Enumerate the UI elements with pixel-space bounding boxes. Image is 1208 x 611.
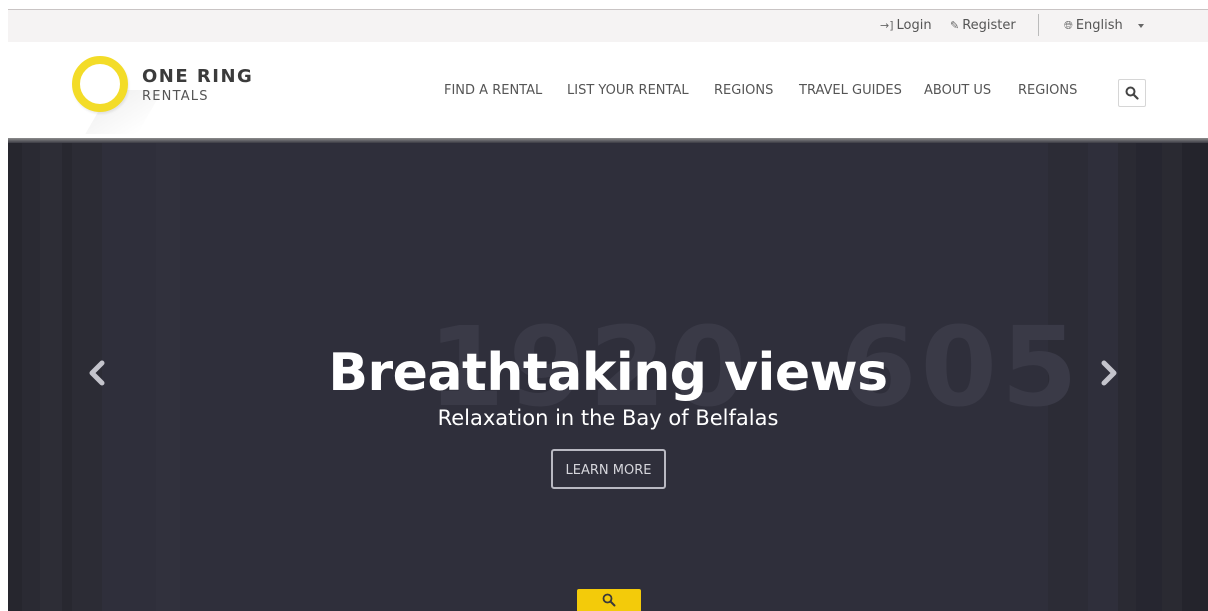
search-icon: [1125, 86, 1139, 100]
nav-item-list-your-rental[interactable]: LIST YOUR RENTAL: [567, 83, 689, 98]
language-label: English: [1075, 18, 1123, 33]
learn-more-button[interactable]: LEARN MORE: [551, 449, 666, 489]
nav-item-about-us[interactable]: ABOUT US: [924, 83, 991, 98]
hero-headline: Breathtaking views: [328, 343, 888, 403]
nav-item-regions-2[interactable]: REGIONS: [1018, 83, 1077, 98]
login-label: Login: [896, 18, 932, 33]
topbar-divider: [1038, 14, 1039, 36]
search-panel-toggle[interactable]: [577, 589, 641, 611]
nav-item-regions[interactable]: REGIONS: [714, 83, 773, 98]
top-utility-bar: →] Login ✎ Register 🌐︎ English: [8, 10, 1208, 42]
globe-icon: 🌐︎: [1064, 19, 1073, 32]
sign-in-icon: →]: [880, 19, 894, 32]
logo-ring-icon[interactable]: [72, 56, 128, 112]
register-link[interactable]: ✎ Register: [950, 18, 1016, 33]
brand-title[interactable]: ONE RING: [142, 66, 253, 87]
hero-carousel: 1920 605 Breathtaking views Relaxation i…: [8, 143, 1208, 611]
header-search-button[interactable]: [1118, 79, 1146, 107]
page-frame: →] Login ✎ Register 🌐︎ English ONE RING REN…: [8, 9, 1208, 611]
edit-icon: ✎: [950, 19, 960, 32]
login-link[interactable]: →] Login: [880, 18, 932, 33]
site-header: ONE RING RENTALS FIND A RENTAL LIST YOUR…: [8, 42, 1208, 138]
hero-subline: Relaxation in the Bay of Belfalas: [437, 406, 779, 430]
chevron-down-icon[interactable]: [1138, 24, 1144, 28]
nav-item-travel-guides[interactable]: TRAVEL GUIDES: [799, 83, 902, 98]
brand-subtitle[interactable]: RENTALS: [142, 89, 209, 104]
register-label: Register: [962, 18, 1016, 33]
language-selector[interactable]: 🌐︎ English: [1064, 18, 1123, 33]
search-icon: [602, 593, 616, 607]
nav-item-find-a-rental[interactable]: FIND A RENTAL: [444, 83, 542, 98]
